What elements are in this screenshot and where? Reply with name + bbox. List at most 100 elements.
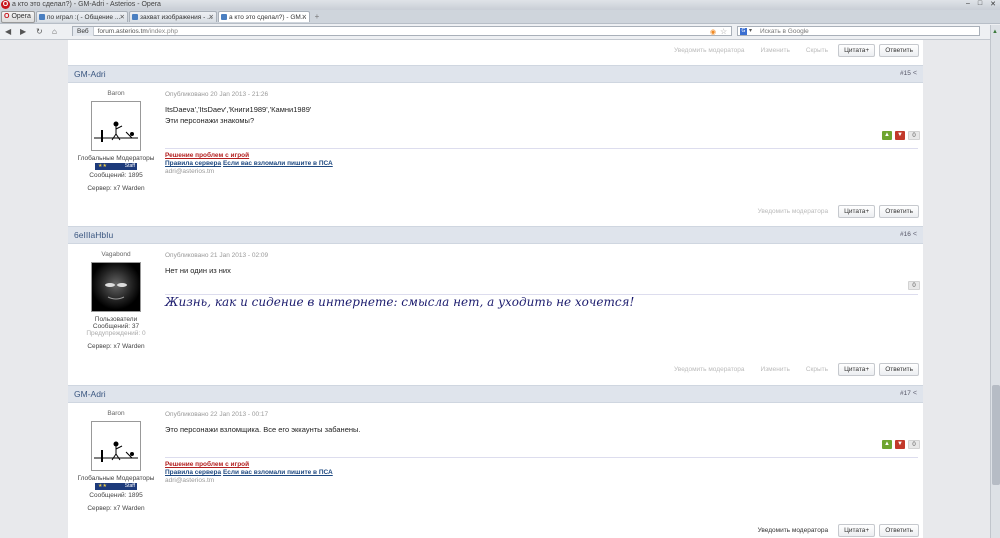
quote-button[interactable]: Цитата+ <box>838 44 876 57</box>
post-author-link[interactable]: GM-Adri <box>74 389 106 399</box>
edit-link[interactable]: Изменить <box>755 366 796 373</box>
sig-link-problems[interactable]: Решение проблем с игрой <box>165 461 918 469</box>
search-field[interactable]: G ▾ Искать в Google <box>737 26 980 36</box>
badge-stars: ★★ <box>98 163 107 169</box>
post-line: Это персонажи взломщика. Все его эккаунт… <box>165 425 361 434</box>
quote-button[interactable]: Цитата+ <box>838 363 876 376</box>
notify-moderator-link[interactable]: Уведомить модератора <box>668 47 750 54</box>
staff-badge: ★★ Staff <box>95 483 137 490</box>
sig-email: adri@asterios.tm <box>165 168 215 175</box>
opera-o-icon: O <box>4 13 10 20</box>
post-actions: Уведомить модератора Цитата+ Ответить <box>752 524 919 537</box>
tab-pogral[interactable]: по играл :( - Общение ... ✕ <box>36 11 128 22</box>
sig-link-hacked[interactable]: Если вас взломали пишите в ПСА <box>223 469 333 476</box>
signature: Решение проблем с игрой Правила сервера … <box>165 457 918 485</box>
hide-link[interactable]: Скрыть <box>800 47 834 54</box>
post-content: Опубликовано 21 Jan 2013 - 02:09 Нет ни … <box>165 252 918 276</box>
post-number[interactable]: #16 <box>900 231 911 238</box>
thumbs-down-icon[interactable]: ▼ <box>895 131 905 140</box>
prev-post-actions: Уведомить модератора Изменить Скрыть Цит… <box>668 44 919 57</box>
tab-close-icon[interactable]: ✕ <box>209 12 214 22</box>
notify-moderator-link[interactable]: Уведомить модератора <box>752 527 834 534</box>
signature-quote: Жизнь, как и сидение в интернете: смысла… <box>165 295 635 309</box>
post-number[interactable]: #15 <box>900 70 911 77</box>
tab-close-icon[interactable]: ✕ <box>302 12 307 22</box>
staff-badge: ★★ Staff <box>95 163 137 170</box>
avatar-face-icon <box>105 283 127 300</box>
reply-button[interactable]: Ответить <box>879 205 919 218</box>
bookmark-star-icon[interactable]: ☆ <box>720 27 727 36</box>
page-favicon-icon <box>39 14 45 20</box>
url-path: /index.php <box>147 28 178 35</box>
signature: Жизнь, как и сидение в интернете: смысла… <box>165 294 918 309</box>
scrollbar-thumb[interactable] <box>992 385 1000 485</box>
reply-button[interactable]: Ответить <box>879 524 919 537</box>
post-line: Эти персонажи знакомы? <box>165 116 255 125</box>
tab-zahvat[interactable]: захват изображения - ... ✕ <box>129 11 217 22</box>
edit-link[interactable]: Изменить <box>755 47 796 54</box>
thumbs-down-icon[interactable]: ▼ <box>895 440 905 449</box>
avatar[interactable] <box>91 262 141 312</box>
author-messages: Сообщений: 1895 <box>89 172 143 179</box>
sig-email: adri@asterios.tm <box>165 477 215 484</box>
opera-menu-label: Opera <box>11 13 31 20</box>
minimize-button[interactable]: – <box>966 0 970 8</box>
reply-button[interactable]: Ответить <box>879 44 919 57</box>
sig-link-problems[interactable]: Решение проблем с игрой <box>165 152 918 160</box>
reply-button[interactable]: Ответить <box>879 363 919 376</box>
rss-icon[interactable]: ◉ <box>710 28 716 36</box>
author-rank: Baron <box>107 90 125 97</box>
sig-link-rules[interactable]: Правила сервера <box>165 160 221 167</box>
reputation-count: 0 <box>908 131 920 140</box>
post-author-link[interactable]: GM-Adri <box>74 69 106 79</box>
post-body: Это персонажи взломщика. Все его эккаунт… <box>165 424 918 435</box>
author-messages: Сообщений: 37 <box>92 323 140 330</box>
sig-link-rules[interactable]: Правила сервера <box>165 469 221 476</box>
address-toolbar: ◀ ▶ ↻ ⌂ Веб forum.asterios.tm/index.php ◉… <box>0 24 1000 40</box>
share-icon[interactable]: < <box>913 70 917 77</box>
new-tab-icon[interactable]: + <box>312 12 322 21</box>
opera-menu-button[interactable]: O Opera <box>1 11 35 23</box>
post-content: Опубликовано 20 Jan 2013 - 21:26 ItsDaev… <box>165 91 918 126</box>
chevron-down-icon[interactable]: ▾ <box>749 27 752 36</box>
notify-moderator-link[interactable]: Уведомить модератора <box>752 208 834 215</box>
close-window-button[interactable]: ✕ <box>990 0 996 8</box>
site-badge[interactable]: Веб <box>73 27 94 36</box>
avatar[interactable] <box>91 421 141 471</box>
url-host: forum.asterios.tm <box>97 28 148 35</box>
post-author-link[interactable]: 6eIIIaHbIu <box>74 230 113 240</box>
author-group: Глобальные Модераторы <box>77 155 155 162</box>
reputation-controls: ▲ ▼ 0 <box>882 440 920 449</box>
reputation-count: 0 <box>908 440 920 449</box>
hide-link[interactable]: Скрыть <box>800 366 834 373</box>
sig-link-hacked[interactable]: Если вас взломали пишите в ПСА <box>223 160 333 167</box>
tab-active-post[interactable]: а кто это сделал?) - GM... ✕ <box>218 11 310 22</box>
page-scrollbar[interactable]: ▲ <box>990 25 1000 538</box>
notify-moderator-link[interactable]: Уведомить модератора <box>668 366 750 373</box>
google-icon[interactable]: G <box>740 28 747 35</box>
address-field[interactable]: Веб forum.asterios.tm/index.php <box>72 26 732 36</box>
quote-button[interactable]: Цитата+ <box>838 524 876 537</box>
thumbs-up-icon[interactable]: ▲ <box>882 131 892 140</box>
thumbs-up-icon[interactable]: ▲ <box>882 440 892 449</box>
post-date: Опубликовано 21 Jan 2013 - 02:09 <box>165 252 269 259</box>
reload-icon[interactable]: ↻ <box>36 27 43 36</box>
share-icon[interactable]: < <box>913 390 917 397</box>
back-icon[interactable]: ◀ <box>5 27 11 36</box>
share-icon[interactable]: < <box>913 231 917 238</box>
search-placeholder: Искать в Google <box>760 28 809 35</box>
post-body: Нет ни один из них <box>165 265 918 276</box>
post-number[interactable]: #17 <box>900 390 911 397</box>
avatar[interactable] <box>91 101 141 151</box>
tab-label: по играл :( - Общение ... <box>47 14 121 21</box>
scroll-up-icon[interactable]: ▲ <box>992 29 998 35</box>
tab-close-icon[interactable]: ✕ <box>120 12 125 22</box>
forward-icon[interactable]: ▶ <box>20 27 26 36</box>
author-server: Сервер: x7 Warden <box>87 505 145 512</box>
post-line: Нет ни один из них <box>165 266 231 275</box>
author-server: Сервер: x7 Warden <box>87 343 145 350</box>
quote-button[interactable]: Цитата+ <box>838 205 876 218</box>
home-icon[interactable]: ⌂ <box>52 27 57 36</box>
forum-content: Уведомить модератора Изменить Скрыть Цит… <box>68 40 923 538</box>
maximize-button[interactable]: □ <box>978 0 982 8</box>
